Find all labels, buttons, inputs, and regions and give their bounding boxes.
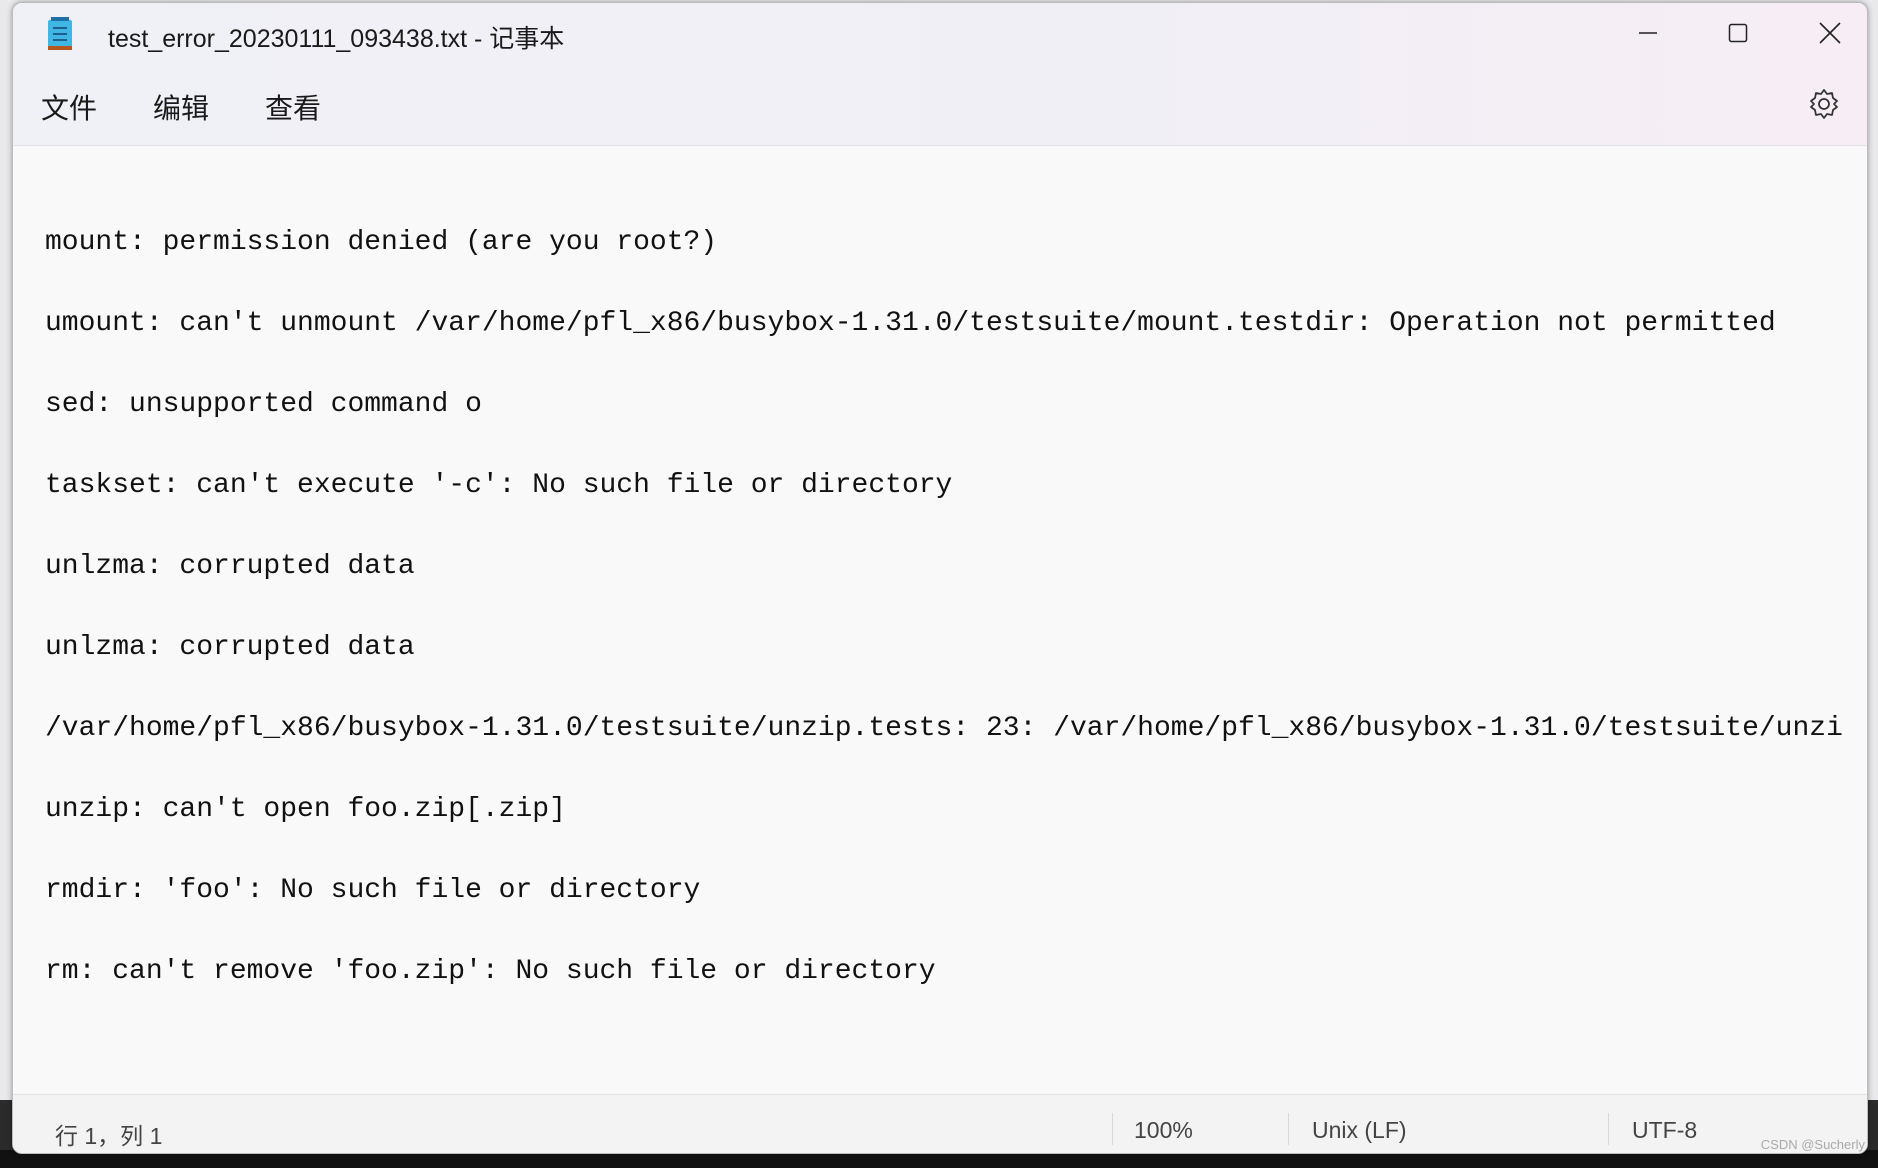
minimize-icon	[1639, 32, 1657, 34]
text-line: rm: can't remove 'foo.zip': No such file…	[45, 956, 936, 987]
close-icon	[1819, 22, 1841, 44]
status-divider	[1608, 1113, 1609, 1145]
editor-lines: mount: permission denied (are you root?)…	[45, 175, 1843, 1039]
menu-file[interactable]: 文件	[41, 87, 97, 127]
text-line: unlzma: corrupted data	[45, 632, 415, 663]
maximize-icon	[1728, 23, 1748, 43]
watermark: CSDN @Sucherly	[1760, 1137, 1865, 1152]
status-divider	[1288, 1113, 1289, 1145]
zoom-level[interactable]: 100%	[1134, 1117, 1193, 1144]
close-button[interactable]	[1785, 3, 1867, 63]
menu-view[interactable]: 查看	[265, 87, 321, 127]
status-divider	[1112, 1113, 1113, 1145]
text-line: sed: unsupported command o	[45, 389, 482, 420]
status-bar: 行 1，列 1 100% Unix (LF) UTF-8 CSDN @Suche…	[13, 1094, 1867, 1153]
text-line: umount: can't unmount /var/home/pfl_x86/…	[45, 308, 1776, 339]
gear-icon[interactable]	[1807, 87, 1841, 121]
text-line: taskset: can't execute '-c': No such fil…	[45, 470, 953, 501]
cursor-position: 行 1，列 1	[55, 1123, 163, 1149]
notepad-window: test_error_20230111_093438.txt - 记事本 文件 …	[12, 2, 1868, 1154]
title-bar: test_error_20230111_093438.txt - 记事本 文件 …	[13, 3, 1867, 146]
encoding[interactable]: UTF-8	[1632, 1117, 1697, 1144]
text-line: /var/home/pfl_x86/busybox-1.31.0/testsui…	[45, 713, 1843, 744]
minimize-button[interactable]	[1603, 3, 1693, 63]
text-line: mount: permission denied (are you root?)	[45, 227, 718, 258]
text-line: unzip: can't open foo.zip[.zip]	[45, 794, 566, 825]
notepad-icon	[48, 17, 72, 50]
maximize-button[interactable]	[1693, 3, 1783, 63]
text-editor[interactable]: mount: permission denied (are you root?)…	[13, 146, 1867, 1094]
text-line: rmdir: 'foo': No such file or directory	[45, 875, 701, 906]
menu-edit[interactable]: 编辑	[153, 87, 209, 127]
window-title: test_error_20230111_093438.txt - 记事本	[108, 25, 565, 53]
line-ending[interactable]: Unix (LF)	[1312, 1117, 1407, 1144]
text-line: unlzma: corrupted data	[45, 551, 415, 582]
